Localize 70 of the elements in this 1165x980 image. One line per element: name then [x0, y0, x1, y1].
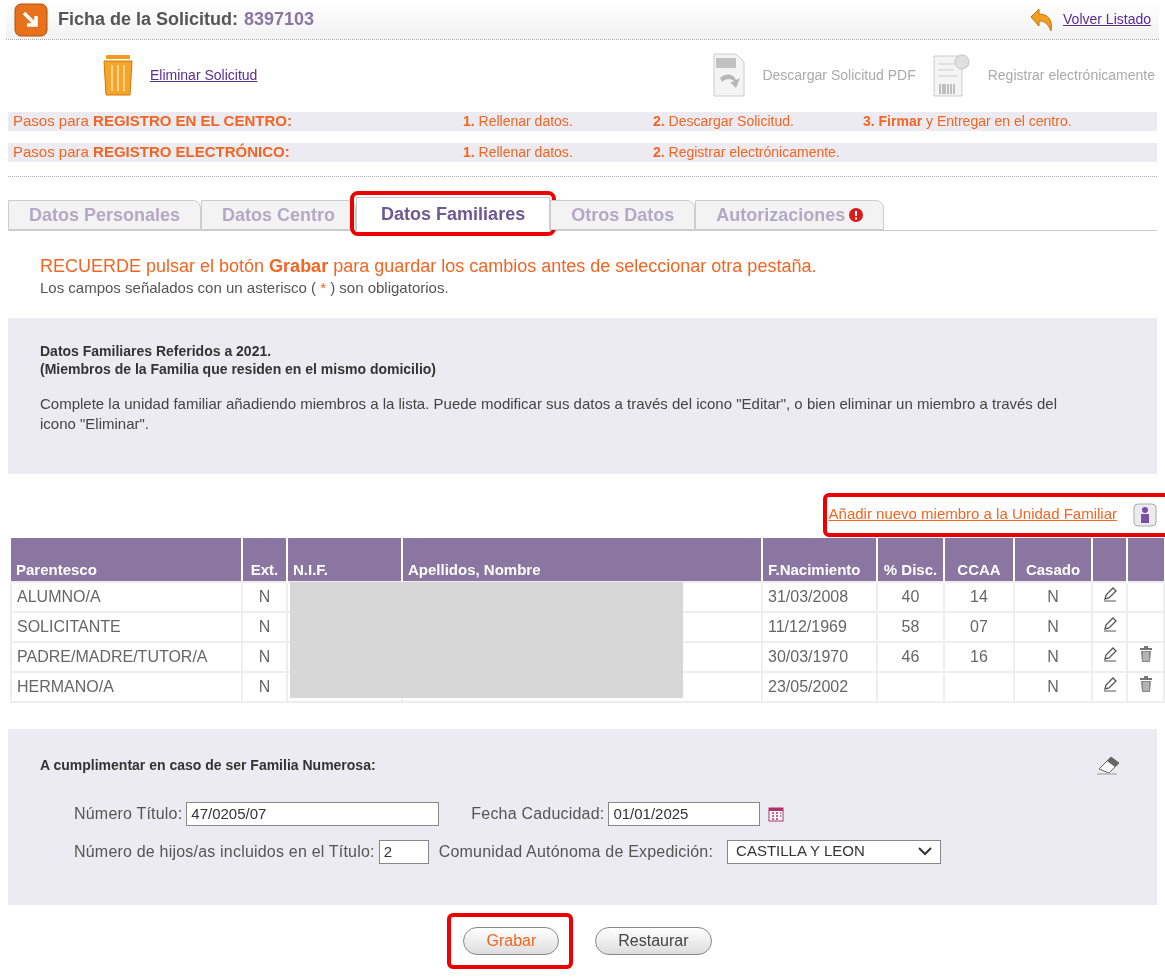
table-cell: 58 — [901, 617, 920, 635]
arrow-logo-icon — [14, 2, 48, 37]
table-cell: ALUMNO/A — [17, 587, 101, 605]
info-title: Datos Familiares Referidos a 2021. — [40, 341, 273, 360]
table-cell: 11/12/1969 — [768, 617, 847, 635]
table-cell: N — [258, 677, 271, 695]
column-header: CCAA — [944, 537, 1014, 582]
eraser-icon[interactable] — [1095, 755, 1121, 775]
chevron-down-icon — [918, 847, 933, 856]
edit-pencil-icon[interactable] — [1101, 645, 1118, 662]
person-add-icon — [1133, 502, 1157, 527]
table-cell: N — [258, 617, 271, 635]
alert-icon — [849, 208, 864, 222]
section-title: A cumplimentar en caso de ser Familia Numerosa: — [40, 755, 376, 775]
table-cell: 30/03/1970 — [768, 647, 849, 665]
table-cell: N — [258, 647, 271, 665]
input-field[interactable]: 47/0205/07 — [186, 801, 440, 826]
field-label: Número Título: — [74, 803, 183, 824]
table-cell: 31/03/2008 — [768, 587, 849, 605]
step-item: 2. Registrar electrónicamente. — [653, 143, 841, 162]
table-cell: 46 — [901, 647, 920, 665]
steps-label: Pasos para REGISTRO ELECTRÓNICO: — [13, 142, 291, 163]
required-fields-note: Los campos señalados con un asterisco ( * ) son obligatorios. — [40, 278, 450, 298]
table-cell: N — [258, 587, 271, 605]
input-field[interactable]: 2 — [378, 839, 429, 864]
table-cell: 16 — [970, 647, 988, 665]
column-header: Parentesco — [11, 537, 242, 582]
info-text: Complete la unidad familiar añadiendo miembros a la lista. Puede modificar sus datos a través del icono "Editar", o bien eliminar un miembro a través del icono "Eliminar". — [40, 393, 1058, 434]
trash-icon — [100, 53, 136, 97]
table-cell: SOLICITANTE — [17, 617, 121, 635]
table-cell: PADRE/MADRE/TUTOR/A — [17, 647, 208, 665]
table-cell: 23/05/2002 — [768, 677, 849, 695]
step-item: 3. Firmar y Entregar en el centro. — [863, 112, 1072, 131]
add-member-link[interactable]: Añadir nuevo miembro a la Unidad Familiar — [828, 503, 1117, 526]
table-cell: HERMANO/A — [17, 677, 114, 695]
info-title: (Miembros de la Familia que residen en el mismo domicilio) — [40, 359, 437, 378]
header-cell — [1127, 537, 1164, 582]
edit-pencil-icon[interactable] — [1101, 615, 1118, 632]
input-field[interactable]: 01/01/2025 — [608, 801, 761, 826]
action-link[interactable]: Eliminar Solicitud — [150, 64, 258, 86]
step-item: 2. Descargar Solicitud. — [653, 112, 795, 131]
table-cell: 07 — [970, 617, 988, 635]
header-cell — [1092, 537, 1127, 582]
edit-pencil-icon[interactable] — [1101, 585, 1118, 602]
column-header: % Disc. — [877, 537, 944, 582]
steps-label: Pasos para REGISTRO EN EL CENTRO: — [13, 111, 293, 132]
button[interactable]: Restaurar — [595, 926, 712, 955]
request-number: 8397103 — [244, 8, 315, 31]
tab[interactable]: Datos Familiares — [356, 197, 551, 231]
step-item: 1. Rellenar datos. — [463, 112, 574, 131]
column-header: F.Nacimiento — [762, 537, 877, 582]
field-label: Número de hijos/as incluidos en el Título: — [74, 841, 375, 862]
edit-pencil-icon[interactable] — [1101, 675, 1118, 692]
page-title: Ficha de la Solicitud: — [58, 8, 239, 31]
table-cell: 14 — [970, 587, 988, 605]
table-cell: N — [1047, 647, 1059, 665]
table-cell: N — [1047, 587, 1059, 605]
dropdown[interactable]: CASTILLA Y LEON — [727, 839, 942, 864]
back-link[interactable]: Volver Listado — [1063, 9, 1151, 30]
table-cell: N — [1047, 617, 1059, 635]
reminder-text: RECUERDE pulsar el botón Grabar para guardar los cambios antes de seleccionar otra pestaña. — [40, 255, 818, 277]
column-header: Ext. — [242, 537, 287, 582]
trash-icon[interactable] — [1138, 645, 1153, 662]
table-cell: 40 — [901, 587, 920, 605]
table-cell: N — [1047, 677, 1059, 695]
step-item: 1. Rellenar datos. — [463, 143, 574, 162]
field-label: Fecha Caducidad: — [471, 803, 605, 824]
calendar-icon[interactable] — [768, 805, 785, 822]
trash-icon[interactable] — [1138, 675, 1153, 692]
field-label: Comunidad Autónoma de Expedición: — [438, 841, 714, 862]
